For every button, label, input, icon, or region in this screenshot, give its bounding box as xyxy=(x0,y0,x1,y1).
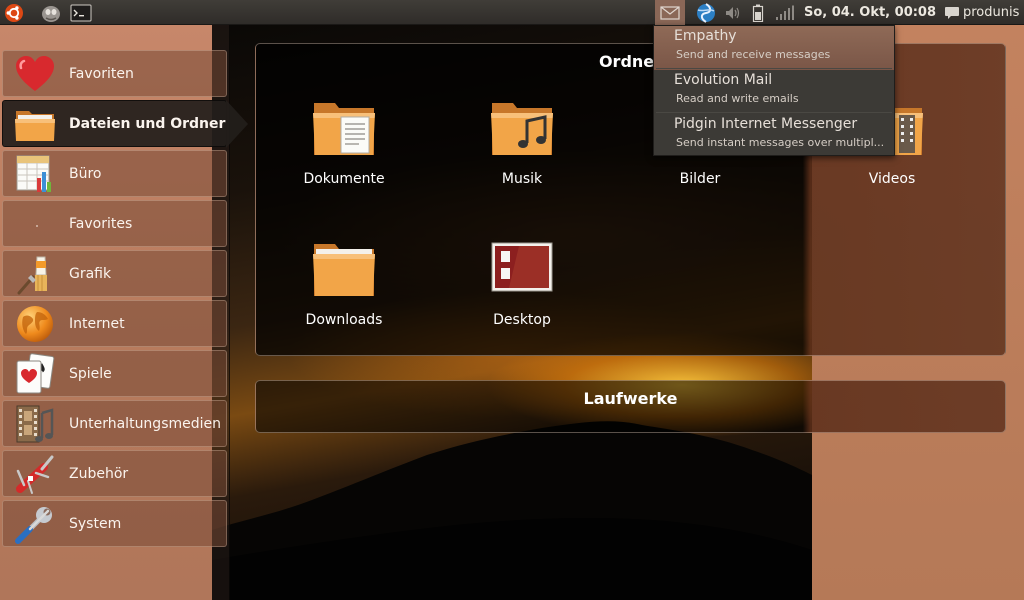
menu-separator xyxy=(656,112,892,113)
mail-icon[interactable] xyxy=(655,0,685,25)
menu-item-evolution-mail[interactable]: Evolution Mail Read and write emails xyxy=(654,70,894,114)
sidebar-item-label: Büro xyxy=(69,165,102,182)
terminal-icon[interactable] xyxy=(68,0,94,25)
folder-desktop[interactable]: Desktop xyxy=(442,240,602,328)
sidebar-item-grafik[interactable]: Grafik xyxy=(2,250,227,297)
swiss-knife-icon xyxy=(13,452,57,496)
folder-downloads[interactable]: Downloads xyxy=(264,240,424,328)
ubuntu-logo-icon[interactable] xyxy=(2,0,26,25)
paintbrush-icon xyxy=(13,252,57,296)
sidebar-item-label: System xyxy=(69,515,122,532)
menu-item-pidgin[interactable]: Pidgin Internet Messenger Send instant m… xyxy=(654,114,894,158)
menu-item-subtitle: Read and write emails xyxy=(676,92,799,105)
menu-item-empathy[interactable]: Empathy Send and receive messages xyxy=(654,26,894,70)
sidebar-item-zubehoer[interactable]: Zubehör xyxy=(2,450,227,497)
chat-icon xyxy=(944,6,960,20)
sidebar-item-internet[interactable]: Internet xyxy=(2,300,227,347)
heart-icon xyxy=(13,52,57,96)
folder-musik[interactable]: Musik xyxy=(442,99,602,187)
signal-icon[interactable] xyxy=(772,0,798,25)
gnome-face-icon[interactable] xyxy=(38,0,64,25)
folder-dokumente[interactable]: Dokumente xyxy=(264,99,424,187)
user-name: produnis xyxy=(963,5,1020,20)
sidebar-item-label: Unterhaltungsmedien xyxy=(69,415,222,432)
menu-item-subtitle: Send and receive messages xyxy=(676,48,831,61)
menu-item-subtitle: Send instant messages over multipl... xyxy=(676,136,885,149)
menu-item-title: Evolution Mail xyxy=(674,72,773,88)
laufwerke-panel: Laufwerke xyxy=(255,380,1006,433)
desktop-icon xyxy=(491,242,553,292)
spreadsheet-icon xyxy=(13,152,57,196)
sidebar-item-system[interactable]: System xyxy=(2,500,227,547)
menu-item-title: Empathy xyxy=(674,28,737,44)
folder-label: Musik xyxy=(501,171,543,187)
folder-downloads-icon xyxy=(313,244,375,296)
globe-icon xyxy=(13,302,57,346)
laufwerke-title: Laufwerke xyxy=(583,389,678,408)
user-menu[interactable]: produnis xyxy=(944,0,1024,25)
sidebar-item-label: Zubehör xyxy=(69,465,129,482)
sidebar-item-label: Spiele xyxy=(69,365,112,382)
sidebar-item-label: Favorites xyxy=(69,215,133,232)
folder-icon xyxy=(13,102,57,146)
dot-icon xyxy=(13,202,57,246)
volume-icon[interactable] xyxy=(722,0,744,25)
sidebar-item-label: Internet xyxy=(69,315,125,332)
folder-label: Downloads xyxy=(305,312,383,328)
network-icon[interactable] xyxy=(692,0,720,25)
sidebar-item-unterhaltungsmedien[interactable]: Unterhaltungsmedien xyxy=(2,400,227,447)
folder-label: Bilder xyxy=(679,171,721,187)
sidebar-item-spiele[interactable]: Spiele xyxy=(2,350,227,397)
sidebar-item-label: Dateien und Ordner xyxy=(69,115,226,132)
menu-separator xyxy=(656,68,892,69)
top-panel: So, 04. Okt, 00:08 produnis xyxy=(0,0,1024,25)
sidebar-item-favoriten[interactable]: Favoriten xyxy=(2,50,227,97)
folder-label: Desktop xyxy=(493,312,551,328)
film-music-icon xyxy=(13,402,57,446)
folder-music-icon xyxy=(491,103,553,155)
menu-item-title: Pidgin Internet Messenger xyxy=(674,116,858,132)
screwdriver-wrench-icon xyxy=(13,502,57,546)
folder-label: Dokumente xyxy=(303,171,385,187)
sidebar-item-favorites[interactable]: Favorites xyxy=(2,200,227,247)
sidebar-item-label: Grafik xyxy=(69,265,112,282)
sidebar-item-buero[interactable]: Büro xyxy=(2,150,227,197)
folder-label: Videos xyxy=(868,171,916,187)
sidebar-item-label: Favoriten xyxy=(69,65,134,82)
messaging-menu: Empathy Send and receive messages Evolut… xyxy=(653,25,895,156)
playing-cards-icon xyxy=(13,352,57,396)
sidebar-item-dateien-und-ordner[interactable]: Dateien und Ordner xyxy=(2,100,248,148)
folder-documents-icon xyxy=(313,103,375,155)
clock[interactable]: So, 04. Okt, 00:08 xyxy=(800,0,940,25)
battery-icon[interactable] xyxy=(748,0,768,25)
